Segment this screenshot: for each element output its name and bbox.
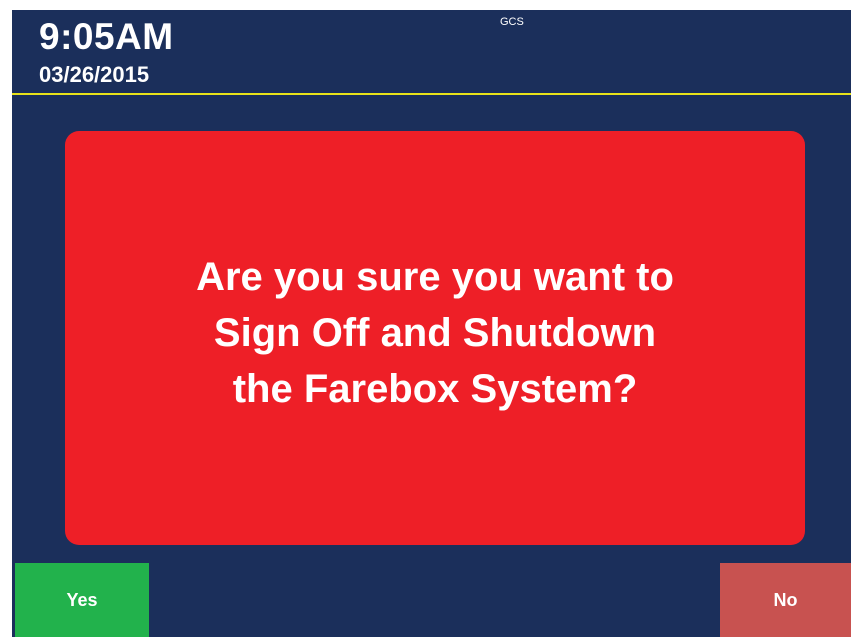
no-button[interactable]: No (720, 563, 851, 637)
yes-button[interactable]: Yes (15, 563, 149, 637)
clock-time: 9:05AM (39, 16, 174, 57)
confirmation-message: Are you sure you want to Sign Off and Sh… (115, 249, 755, 417)
confirmation-message-line: Are you sure you want to (196, 255, 674, 299)
farebox-screen: 9:05AM 03/26/2015 GCS Are you sure you w… (12, 10, 851, 637)
confirmation-message-line: Sign Off and Shutdown (213, 311, 657, 355)
yes-button-label: Yes (66, 589, 98, 610)
confirmation-dialog: Are you sure you want to Sign Off and Sh… (65, 131, 805, 545)
app-label: GCS (500, 16, 524, 28)
confirmation-message-line: the Farebox System? (232, 367, 638, 411)
clock-date: 03/26/2015 (39, 62, 150, 87)
no-button-label: No (773, 589, 798, 610)
header-divider (12, 93, 851, 95)
